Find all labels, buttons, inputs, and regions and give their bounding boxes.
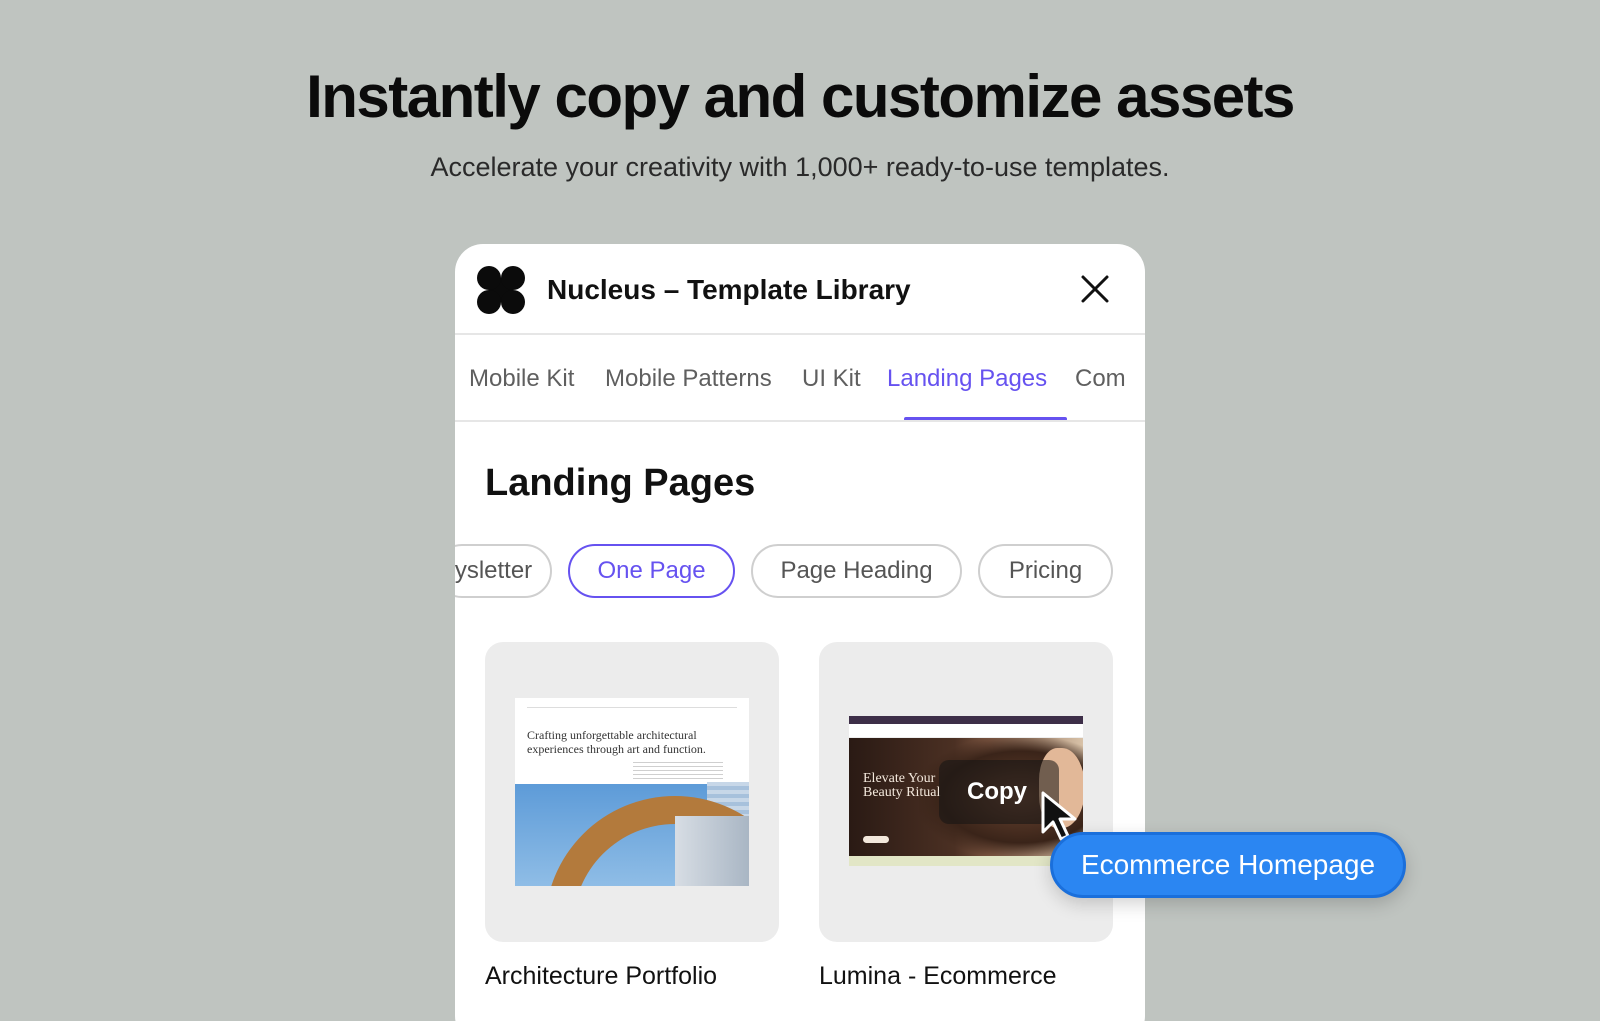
thumbnail-marquee bbox=[849, 856, 1083, 866]
card-title: Lumina - Ecommerce bbox=[819, 962, 1057, 990]
close-icon[interactable] bbox=[1080, 274, 1110, 304]
thumbnail-announcement-bar bbox=[849, 716, 1083, 724]
template-card-lumina[interactable]: Elevate Your Beauty Ritual Copy bbox=[819, 642, 1113, 942]
chip-newsletter[interactable]: ysletter bbox=[455, 544, 552, 598]
template-library-panel: Nucleus – Template Library Mobile Kit Mo… bbox=[455, 244, 1145, 1021]
chip-label: Page Heading bbox=[780, 557, 933, 584]
chip-page-heading[interactable]: Page Heading bbox=[751, 544, 962, 598]
architecture-photo bbox=[515, 782, 749, 886]
tab-mobile-kit[interactable]: Mobile Kit bbox=[469, 365, 574, 393]
thumbnail-body-text bbox=[633, 762, 723, 780]
thumbnail-nav bbox=[849, 724, 1083, 738]
template-name-tooltip: Ecommerce Homepage bbox=[1050, 832, 1406, 898]
thumbnail-headline: Crafting unforgettable architectural exp… bbox=[527, 728, 706, 756]
chip-label: One Page bbox=[597, 557, 706, 584]
panel-header: Nucleus – Template Library bbox=[455, 244, 1145, 335]
tab-ui-kit[interactable]: UI Kit bbox=[802, 365, 861, 393]
tab-landing-pages[interactable]: Landing Pages bbox=[887, 365, 1047, 393]
card-title: Architecture Portfolio bbox=[485, 962, 718, 990]
active-tab-indicator bbox=[904, 417, 1067, 420]
clover-logo-icon bbox=[477, 266, 525, 314]
copy-button[interactable]: Copy bbox=[967, 778, 1027, 806]
thumbnail-nav bbox=[527, 702, 737, 708]
template-card-architecture[interactable]: Crafting unforgettable architectural exp… bbox=[485, 642, 779, 942]
chip-label: Pricing bbox=[1008, 557, 1083, 584]
hero-title: Instantly copy and customize assets bbox=[306, 63, 1295, 130]
section-title: Landing Pages bbox=[485, 462, 756, 504]
hero-subtitle: Accelerate your creativity with 1,000+ r… bbox=[430, 152, 1170, 182]
tab-mobile-patterns[interactable]: Mobile Patterns bbox=[605, 365, 772, 393]
chip-pricing[interactable]: Pricing bbox=[978, 544, 1113, 598]
chip-label: ysletter bbox=[455, 557, 533, 584]
category-tabs: Mobile Kit Mobile Patterns UI Kit Landin… bbox=[455, 337, 1145, 422]
tab-components[interactable]: Com bbox=[1075, 365, 1126, 393]
chip-one-page[interactable]: One Page bbox=[568, 544, 735, 598]
architecture-thumbnail: Crafting unforgettable architectural exp… bbox=[515, 698, 749, 886]
tooltip-label: Ecommerce Homepage bbox=[1080, 849, 1376, 880]
panel-title: Nucleus – Template Library bbox=[547, 274, 911, 305]
